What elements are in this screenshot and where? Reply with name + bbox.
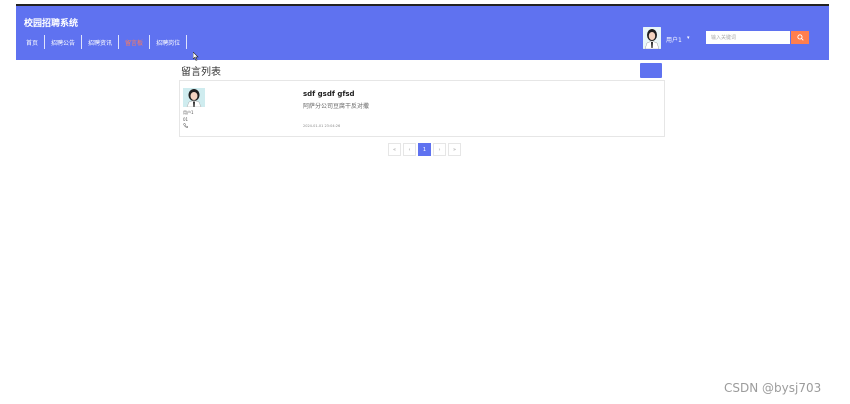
message-username: 用户1 [183,110,194,115]
phone-icon [183,123,188,128]
message-content: 阿萨分公司豆腐干反对撒 [303,103,370,110]
page-last-button[interactable]: » [448,143,461,156]
nav-item-message-board[interactable]: 留言板 [119,38,149,47]
nav-item-announcements[interactable]: 招聘公告 [45,38,81,47]
watermark: CSDN @bysj703 [724,381,822,395]
message-avatar [183,88,205,107]
nav-item-home[interactable]: 首页 [24,38,44,47]
message-card: 用户1 01 sdf gsdf gfsd 阿萨分公司豆腐干反对撒 2024-01… [179,80,665,137]
add-message-button[interactable] [640,63,662,78]
chevron-down-icon[interactable]: ▾ [687,35,690,41]
mouse-cursor-icon [193,52,199,61]
site-title: 校园招聘系统 [24,19,79,29]
nav-item-news[interactable]: 招聘资讯 [82,38,118,47]
message-timestamp: 2024-01-01 23:04:26 [303,124,341,128]
page-title: 留言列表 [181,67,221,78]
header-bar: 校园招聘系统 首页 招聘公告 招聘资讯 留言板 招聘岗位 用户1 ▾ [16,6,829,60]
nav-item-positions[interactable]: 招聘岗位 [150,38,186,47]
search-button[interactable] [791,31,809,44]
search-icon [796,34,804,41]
message-user-number: 01 [183,117,189,122]
page-prev-button[interactable]: ‹ [403,143,416,156]
message-title: sdf gsdf gfsd [303,90,355,98]
page-next-button[interactable]: › [433,143,446,156]
main-nav: 首页 招聘公告 招聘资讯 留言板 招聘岗位 [24,35,188,49]
user-avatar[interactable] [643,27,661,49]
pagination: « ‹ 1 › » [388,143,463,156]
nav-divider [186,35,188,49]
page-first-button[interactable]: « [388,143,401,156]
page-current-button[interactable]: 1 [418,143,431,156]
search-input[interactable] [706,31,790,44]
user-name[interactable]: 用户1 [666,35,682,44]
